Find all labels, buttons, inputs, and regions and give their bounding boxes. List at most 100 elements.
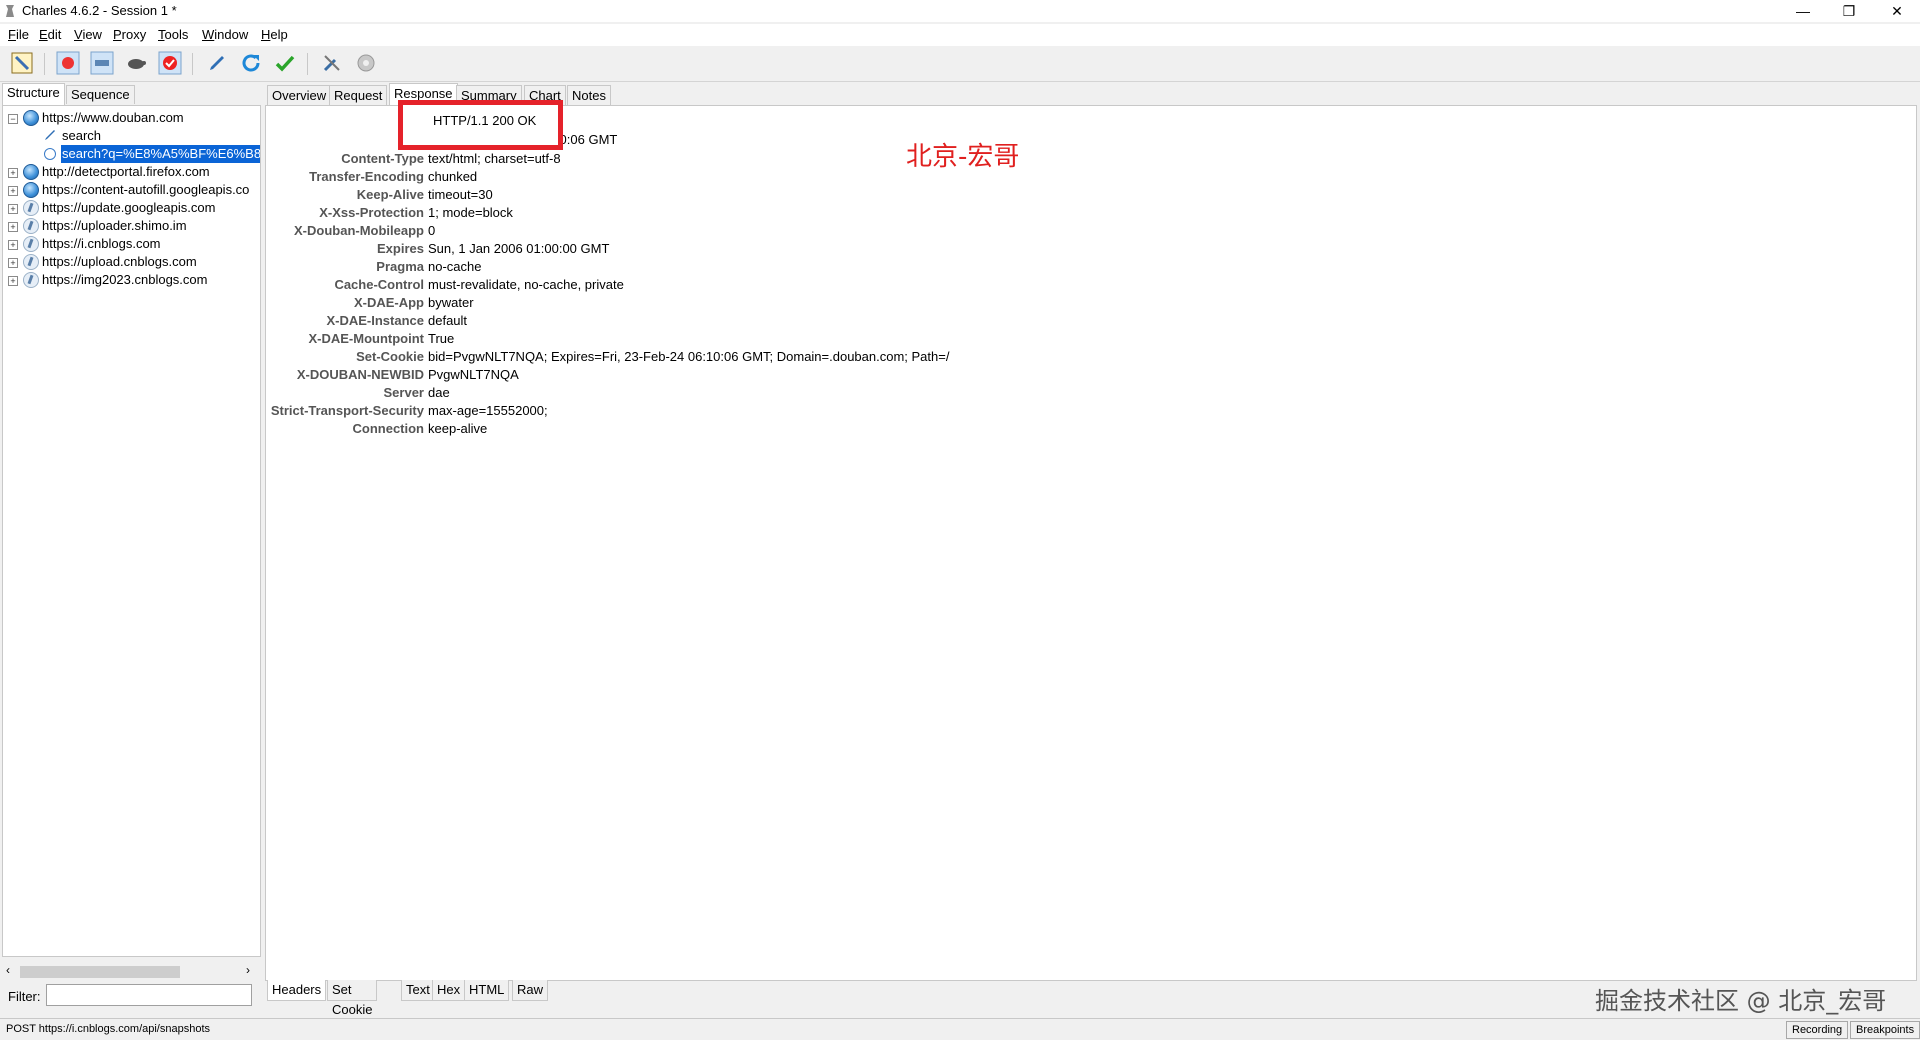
tab-set-cookie[interactable]: Set Cookie	[327, 980, 378, 1017]
globe-icon	[23, 164, 39, 180]
header-name: X-DOUBAN-NEWBID	[296, 367, 424, 382]
tree-row[interactable]: search?q=%E8%A5%BF%E6%B8%B8	[3, 145, 260, 163]
header-name: X-Xss-Protection	[319, 205, 424, 220]
expand-icon[interactable]: +	[8, 168, 18, 178]
settings-gear-icon[interactable]	[354, 51, 378, 75]
tree-item-label: search?q=%E8%A5%BF%E6%B8%B8	[61, 145, 260, 163]
tab-hex[interactable]: Hex	[432, 980, 466, 1001]
header-name: Connection	[352, 421, 425, 436]
tab-text[interactable]: Text	[401, 980, 435, 1001]
tree-item-label: https://uploader.shimo.im	[42, 218, 187, 233]
broom-icon[interactable]	[10, 51, 34, 75]
header-name: X-DAE-Instance	[326, 313, 424, 328]
throttle-icon[interactable]	[90, 51, 114, 75]
breakpoint-icon[interactable]	[158, 51, 182, 75]
ssl-host-icon	[23, 218, 39, 234]
tab-sequence[interactable]: Sequence	[66, 85, 135, 104]
recording-indicator[interactable]: Recording	[1786, 1021, 1849, 1039]
header-value: text/html; charset=utf-8	[428, 151, 561, 166]
host-tree: − https://www.douban.com search search?q…	[2, 105, 261, 957]
menu-help[interactable]: Help	[261, 27, 288, 42]
restore-button[interactable]: ❐	[1826, 0, 1872, 22]
menu-view[interactable]: View	[74, 27, 102, 42]
compose-pen-icon[interactable]	[205, 51, 229, 75]
close-button[interactable]: ✕	[1874, 0, 1920, 22]
ssl-host-icon	[23, 272, 39, 288]
tree-item-label: https://content-autofill.googleapis.co	[42, 182, 250, 197]
scroll-right-arrow-icon[interactable]: ›	[246, 963, 250, 977]
header-value: bid=PvgwNLT7NQA; Expires=Fri, 23-Feb-24 …	[428, 349, 950, 364]
site-watermark: 掘金技术社区 @ 北京_宏哥	[1595, 987, 1887, 1015]
highlight-box: HTTP/1.1 200 OK	[398, 100, 563, 150]
tree-row[interactable]: + https://content-autofill.googleapis.co	[3, 181, 258, 199]
repeat-icon[interactable]	[239, 51, 263, 75]
turtle-icon[interactable]	[124, 51, 148, 75]
header-value: PvgwNLT7NQA	[428, 367, 519, 382]
collapse-icon[interactable]: −	[8, 114, 18, 124]
breakpoints-indicator[interactable]: Breakpoints	[1850, 1021, 1920, 1039]
tools-icon[interactable]	[320, 51, 344, 75]
tree-row[interactable]: search	[3, 127, 258, 145]
charles-app-icon	[4, 4, 16, 18]
expand-icon[interactable]: +	[8, 276, 18, 286]
header-value: max-age=15552000;	[428, 403, 548, 418]
header-value: dae	[428, 385, 450, 400]
header-name: Keep-Alive	[356, 187, 424, 202]
menu-window[interactable]: Window	[202, 27, 248, 42]
tree-item-label: https://update.googleapis.com	[42, 200, 216, 215]
tab-notes[interactable]: Notes	[567, 85, 611, 106]
header-value: default	[428, 313, 468, 328]
left-tab-bar: Structure Sequence	[0, 83, 262, 105]
menu-bar: File Edit View Proxy Tools Window Help	[0, 24, 1920, 46]
menu-proxy[interactable]: Proxy	[113, 27, 146, 42]
header-name: Pragma	[376, 259, 424, 274]
ssl-host-icon	[23, 236, 39, 252]
header-value: Sun, 1 Jan 2006 01:00:00 GMT	[428, 241, 610, 256]
header-name: Transfer-Encoding	[309, 169, 424, 184]
scroll-left-arrow-icon[interactable]: ‹	[6, 963, 10, 977]
tab-headers[interactable]: Headers	[267, 980, 327, 1001]
tree-row[interactable]: + http://detectportal.firefox.com	[3, 163, 258, 181]
expand-icon[interactable]: +	[8, 222, 18, 232]
expand-icon[interactable]: +	[8, 258, 18, 268]
header-name: Strict-Transport-Security	[270, 403, 424, 418]
status-message: POST https://i.cnblogs.com/api/snapshots	[6, 1023, 211, 1035]
tree-item-label: https://i.cnblogs.com	[42, 236, 161, 251]
record-icon[interactable]	[56, 51, 80, 75]
tab-overview[interactable]: Overview	[267, 85, 332, 106]
tree-row[interactable]: + https://upload.cnblogs.com	[3, 253, 258, 271]
tree-item-label: https://upload.cnblogs.com	[42, 254, 197, 269]
expand-icon[interactable]: +	[8, 204, 18, 214]
tab-structure[interactable]: Structure	[2, 83, 65, 105]
tab-html[interactable]: HTML	[464, 980, 510, 1001]
expand-icon[interactable]: +	[8, 240, 18, 250]
validate-check-icon[interactable]	[273, 51, 297, 75]
header-value: timeout=30	[428, 187, 493, 202]
title-bar: Charles 4.6.2 - Session 1 * — ❐ ✕	[0, 0, 1920, 22]
ssl-host-icon	[23, 200, 39, 216]
tab-request[interactable]: Request	[329, 85, 388, 106]
menu-edit[interactable]: Edit	[39, 27, 61, 42]
tree-horizontal-scrollbar[interactable]: ‹ ›	[4, 963, 258, 980]
tree-row[interactable]: + https://img2023.cnblogs.com	[3, 271, 258, 289]
header-name: X-DAE-App	[353, 295, 424, 310]
status-line: HTTP/1.1 200 OK	[433, 113, 537, 128]
tab-raw[interactable]: Raw	[512, 980, 549, 1001]
tree-row[interactable]: + https://update.googleapis.com	[3, 199, 258, 217]
header-value: True	[428, 331, 455, 346]
toolbar-separator	[192, 53, 193, 75]
menu-tools[interactable]: Tools	[158, 27, 188, 42]
filter-input[interactable]	[46, 984, 252, 1006]
expand-icon[interactable]: +	[8, 186, 18, 196]
scroll-thumb[interactable]	[20, 966, 180, 978]
toolbar-separator	[307, 53, 308, 75]
globe-icon	[23, 110, 39, 126]
detail-panel: Overview Request Response Summary Chart …	[265, 83, 1917, 1017]
tree-row[interactable]: + https://i.cnblogs.com	[3, 235, 258, 253]
menu-file[interactable]: File	[8, 27, 29, 42]
minimize-button[interactable]: —	[1780, 0, 1826, 22]
header-value: must-revalidate, no-cache, private	[428, 277, 624, 292]
header-name: Server	[383, 385, 424, 400]
tree-row[interactable]: − https://www.douban.com	[3, 109, 258, 127]
tree-row[interactable]: + https://uploader.shimo.im	[3, 217, 258, 235]
